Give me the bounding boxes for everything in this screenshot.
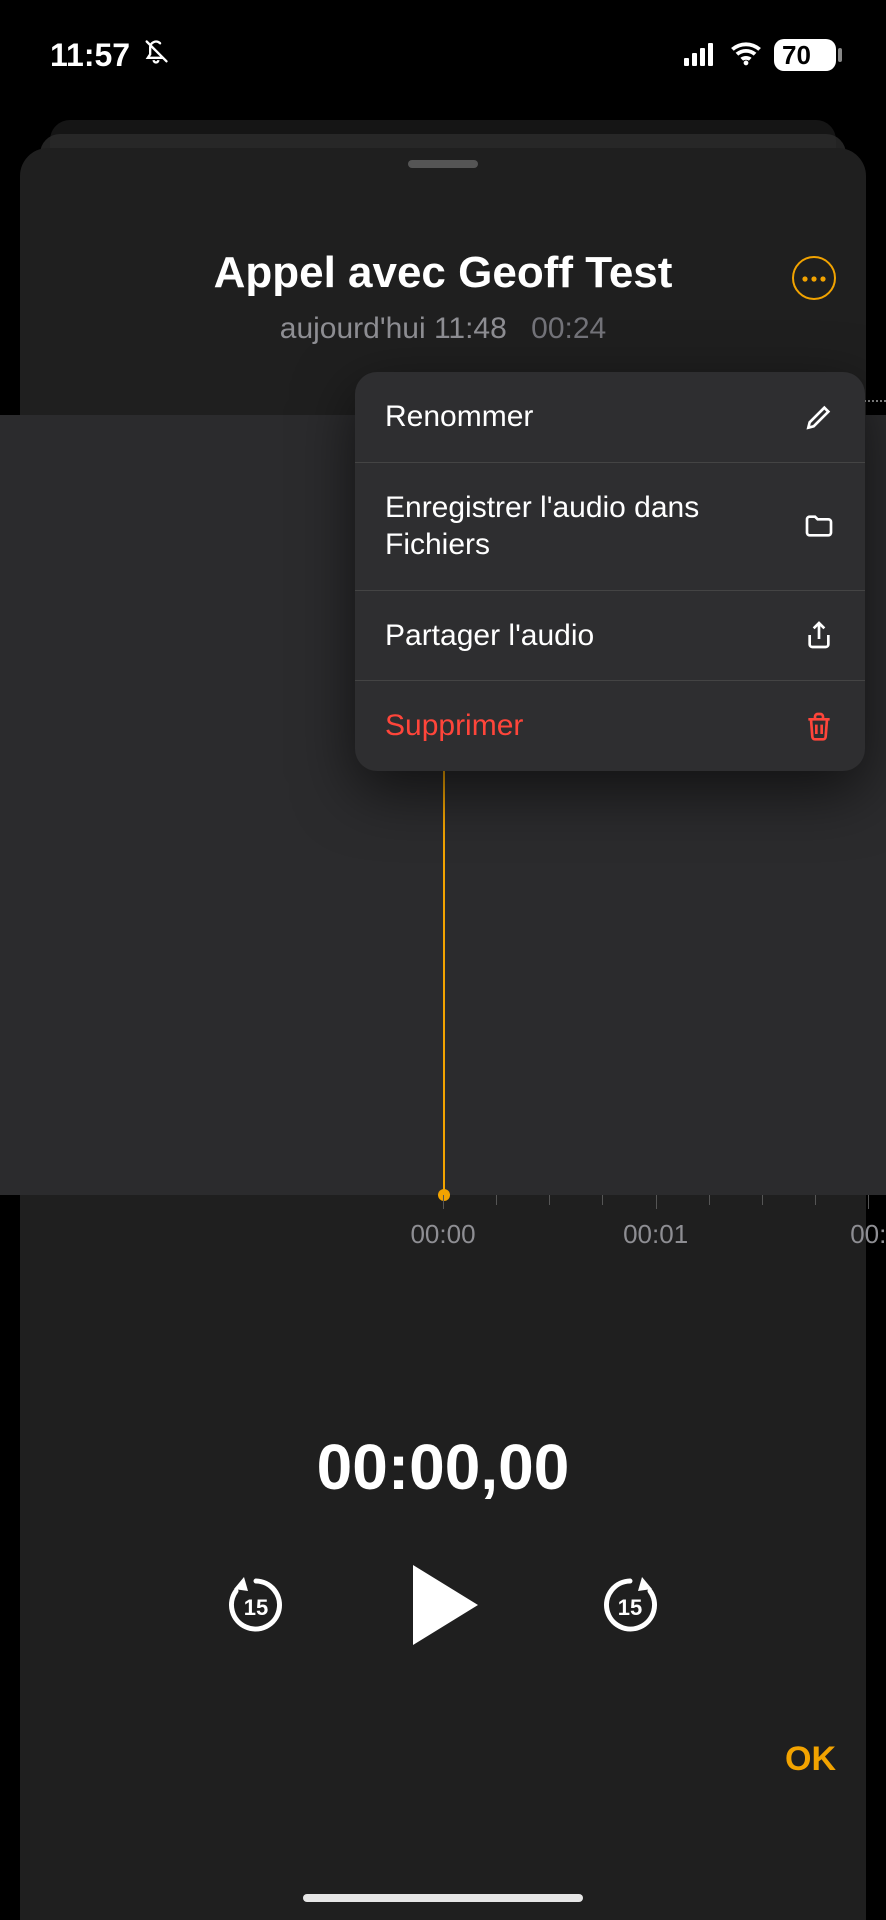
recording-title: Appel avec Geoff Test [20,248,866,298]
context-menu: Renommer Enregistrer l'audio dans Fichie… [355,372,865,771]
skip-forward-button[interactable]: 15 [598,1573,662,1637]
recording-duration: 00:24 [531,312,606,345]
wifi-icon [730,37,762,74]
menu-item-delete[interactable]: Supprimer [355,681,865,771]
recording-header: Appel avec Geoff Test aujourd'hui 11:48 … [20,148,866,346]
ellipsis-icon [802,269,826,287]
bell-slash-icon [142,37,170,74]
status-bar: 11:57 70 [0,0,886,110]
skip-amount: 15 [244,1595,268,1621]
share-icon [803,619,835,651]
playback-controls: 15 15 [0,1560,886,1650]
menu-item-share[interactable]: Partager l'audio [355,591,865,682]
battery-level: 70 [782,40,811,71]
menu-item-save-to-files[interactable]: Enregistrer l'audio dans Fichiers [355,463,865,591]
play-icon [403,1560,483,1650]
menu-item-rename[interactable]: Renommer [355,372,865,463]
ok-button[interactable]: OK [785,1740,836,1779]
pencil-icon [803,401,835,433]
battery-indicator: 70 [774,39,836,71]
skip-amount: 15 [618,1595,642,1621]
elapsed-time: 00:00,00 [0,1430,886,1504]
status-time: 11:57 [50,37,130,74]
home-indicator[interactable] [303,1894,583,1902]
folder-icon [803,510,835,542]
timeline-ruler[interactable]: 00:00 00:01 00: [0,1195,886,1265]
ruler-label: 00:01 [623,1219,688,1250]
recording-subtitle: aujourd'hui 11:48 00:24 [20,312,866,346]
menu-label: Supprimer [385,707,783,745]
trash-icon [803,710,835,742]
menu-label: Partager l'audio [385,617,783,655]
cellular-icon [684,37,718,74]
skip-back-button[interactable]: 15 [224,1573,288,1637]
ruler-label: 00:00 [410,1219,475,1250]
play-button[interactable] [398,1560,488,1650]
menu-label: Enregistrer l'audio dans Fichiers [385,489,783,564]
ruler-label: 00: [850,1219,886,1250]
more-options-button[interactable] [792,256,836,300]
menu-label: Renommer [385,398,783,436]
recording-date: aujourd'hui 11:48 [280,312,507,345]
